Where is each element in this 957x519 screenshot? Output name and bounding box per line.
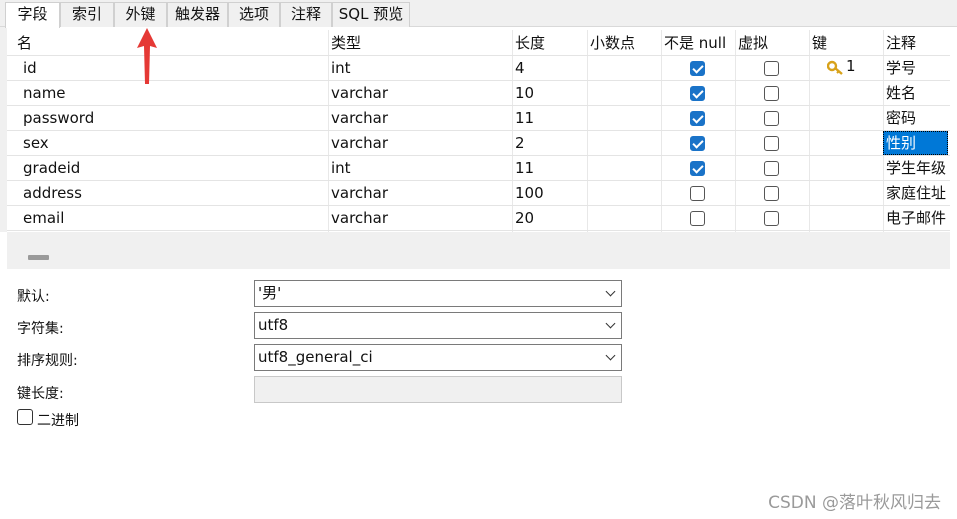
binary-checkbox[interactable]	[17, 409, 33, 425]
cell-length[interactable]: 2	[515, 131, 584, 156]
cell-decimals[interactable]	[590, 181, 658, 206]
virtual-checkbox[interactable]	[764, 86, 779, 101]
cell-comment[interactable]: 家庭住址	[886, 181, 949, 206]
cell-length[interactable]: 100	[515, 181, 584, 206]
cell-comment[interactable]: 姓名	[886, 81, 949, 106]
cell-type[interactable]: varchar	[331, 206, 509, 231]
not-null-checkbox[interactable]	[690, 86, 705, 101]
primary-key-icon	[826, 60, 845, 80]
cell-length[interactable]: 10	[515, 81, 584, 106]
column-header[interactable]: 注释	[886, 31, 949, 56]
table-row[interactable]: password varchar 11 密码	[7, 106, 950, 131]
not-null-checkbox[interactable]	[690, 111, 705, 126]
cell-comment[interactable]: 学号	[886, 56, 949, 81]
table-row[interactable]: gradeid int 11 学生年级	[7, 156, 950, 181]
virtual-checkbox[interactable]	[764, 211, 779, 226]
cell-name[interactable]: address	[23, 181, 338, 206]
cell-decimals[interactable]	[590, 81, 658, 106]
cell-comment[interactable]: 电子邮件	[886, 206, 949, 231]
column-header[interactable]: 类型	[331, 31, 511, 56]
tab-comment[interactable]: 注释	[280, 2, 332, 27]
chevron-down-icon	[605, 350, 616, 361]
table-row[interactable]: sex varchar 2 性别	[7, 131, 950, 156]
table-row[interactable]: email varchar 20 电子邮件	[7, 206, 950, 231]
cell-comment[interactable]: 密码	[886, 106, 949, 131]
cell-length[interactable]: 20	[515, 206, 584, 231]
cell-decimals[interactable]	[590, 206, 658, 231]
cell-length[interactable]: 11	[515, 106, 584, 131]
column-header[interactable]: 不是 null	[664, 31, 734, 56]
field-properties-panel: 默认: '男' 字符集: utf8 排序规则: utf8_general_ci …	[7, 269, 950, 519]
cell-type[interactable]: varchar	[331, 181, 509, 206]
cell-name[interactable]: name	[23, 81, 338, 106]
row-divider	[7, 230, 950, 231]
cell-name[interactable]: password	[23, 106, 338, 131]
watermark: CSDN @落叶秋风归去	[768, 493, 941, 513]
cell-type[interactable]: int	[331, 156, 509, 181]
virtual-checkbox[interactable]	[764, 136, 779, 151]
virtual-checkbox[interactable]	[764, 161, 779, 176]
not-null-checkbox[interactable]	[690, 136, 705, 151]
table-row[interactable]: name varchar 10 姓名	[7, 81, 950, 106]
grid-bottom-area	[7, 232, 950, 269]
default-label: 默认:	[17, 289, 50, 305]
collation-label: 排序规则:	[17, 353, 78, 369]
cell-name[interactable]: email	[23, 206, 338, 231]
column-header[interactable]: 小数点	[590, 31, 660, 56]
default-value: '男'	[258, 284, 282, 302]
not-null-checkbox[interactable]	[690, 61, 705, 76]
collation-value: utf8_general_ci	[258, 348, 373, 366]
tab-triggers[interactable]: 触发器	[167, 2, 228, 27]
table-row[interactable]: address varchar 100 家庭住址	[7, 181, 950, 206]
cell-decimals[interactable]	[590, 131, 658, 156]
charset-combobox[interactable]: utf8	[254, 312, 622, 339]
column-header[interactable]: 名	[17, 31, 334, 56]
not-null-checkbox[interactable]	[690, 211, 705, 226]
binary-label: 二进制	[37, 413, 79, 429]
row-indicator-column	[0, 27, 7, 232]
cell-comment[interactable]: 性别	[883, 131, 948, 155]
chevron-down-icon	[605, 318, 616, 329]
key-length-field	[254, 376, 622, 403]
tab-foreign-keys[interactable]: 外键	[114, 2, 167, 27]
splitter-handle[interactable]	[28, 255, 49, 260]
cell-name[interactable]: gradeid	[23, 156, 338, 181]
cell-name[interactable]: id	[23, 56, 338, 81]
cell-name[interactable]: sex	[23, 131, 338, 156]
virtual-checkbox[interactable]	[764, 186, 779, 201]
virtual-checkbox[interactable]	[764, 111, 779, 126]
charset-label: 字符集:	[17, 321, 64, 337]
chevron-down-icon	[605, 286, 616, 297]
key-length-label: 键长度:	[17, 386, 64, 402]
cell-decimals[interactable]	[590, 56, 658, 81]
collation-combobox[interactable]: utf8_general_ci	[254, 344, 622, 371]
cell-type[interactable]: int	[331, 56, 509, 81]
cell-decimals[interactable]	[590, 156, 658, 181]
tab-sql-preview[interactable]: SQL 预览	[332, 2, 410, 27]
cell-type[interactable]: varchar	[331, 131, 509, 156]
tab-fields[interactable]: 字段	[5, 2, 60, 28]
key-order: 1	[846, 57, 856, 75]
cell-length[interactable]: 11	[515, 156, 584, 181]
cell-length[interactable]: 4	[515, 56, 584, 81]
cell-type[interactable]: varchar	[331, 106, 509, 131]
charset-value: utf8	[258, 316, 289, 334]
column-header[interactable]: 虚拟	[738, 31, 808, 56]
cell-comment[interactable]: 学生年级	[886, 156, 949, 181]
red-arrow-annotation-icon	[137, 28, 157, 84]
not-null-checkbox[interactable]	[690, 161, 705, 176]
cell-decimals[interactable]	[590, 106, 658, 131]
default-combobox[interactable]: '男'	[254, 280, 622, 307]
column-header[interactable]: 长度	[515, 31, 586, 56]
tab-indexes[interactable]: 索引	[60, 2, 114, 27]
tab-bar: 字段 索引 外键 触发器 选项 注释 SQL 预览	[0, 0, 957, 28]
column-header[interactable]: 键	[812, 31, 882, 56]
virtual-checkbox[interactable]	[764, 61, 779, 76]
cell-type[interactable]: varchar	[331, 81, 509, 106]
not-null-checkbox[interactable]	[690, 186, 705, 201]
tab-options[interactable]: 选项	[228, 2, 280, 27]
table-designer: 字段 索引 外键 触发器 选项 注释 SQL 预览 名类型 长度 小数点 不是 nul…	[0, 0, 957, 519]
